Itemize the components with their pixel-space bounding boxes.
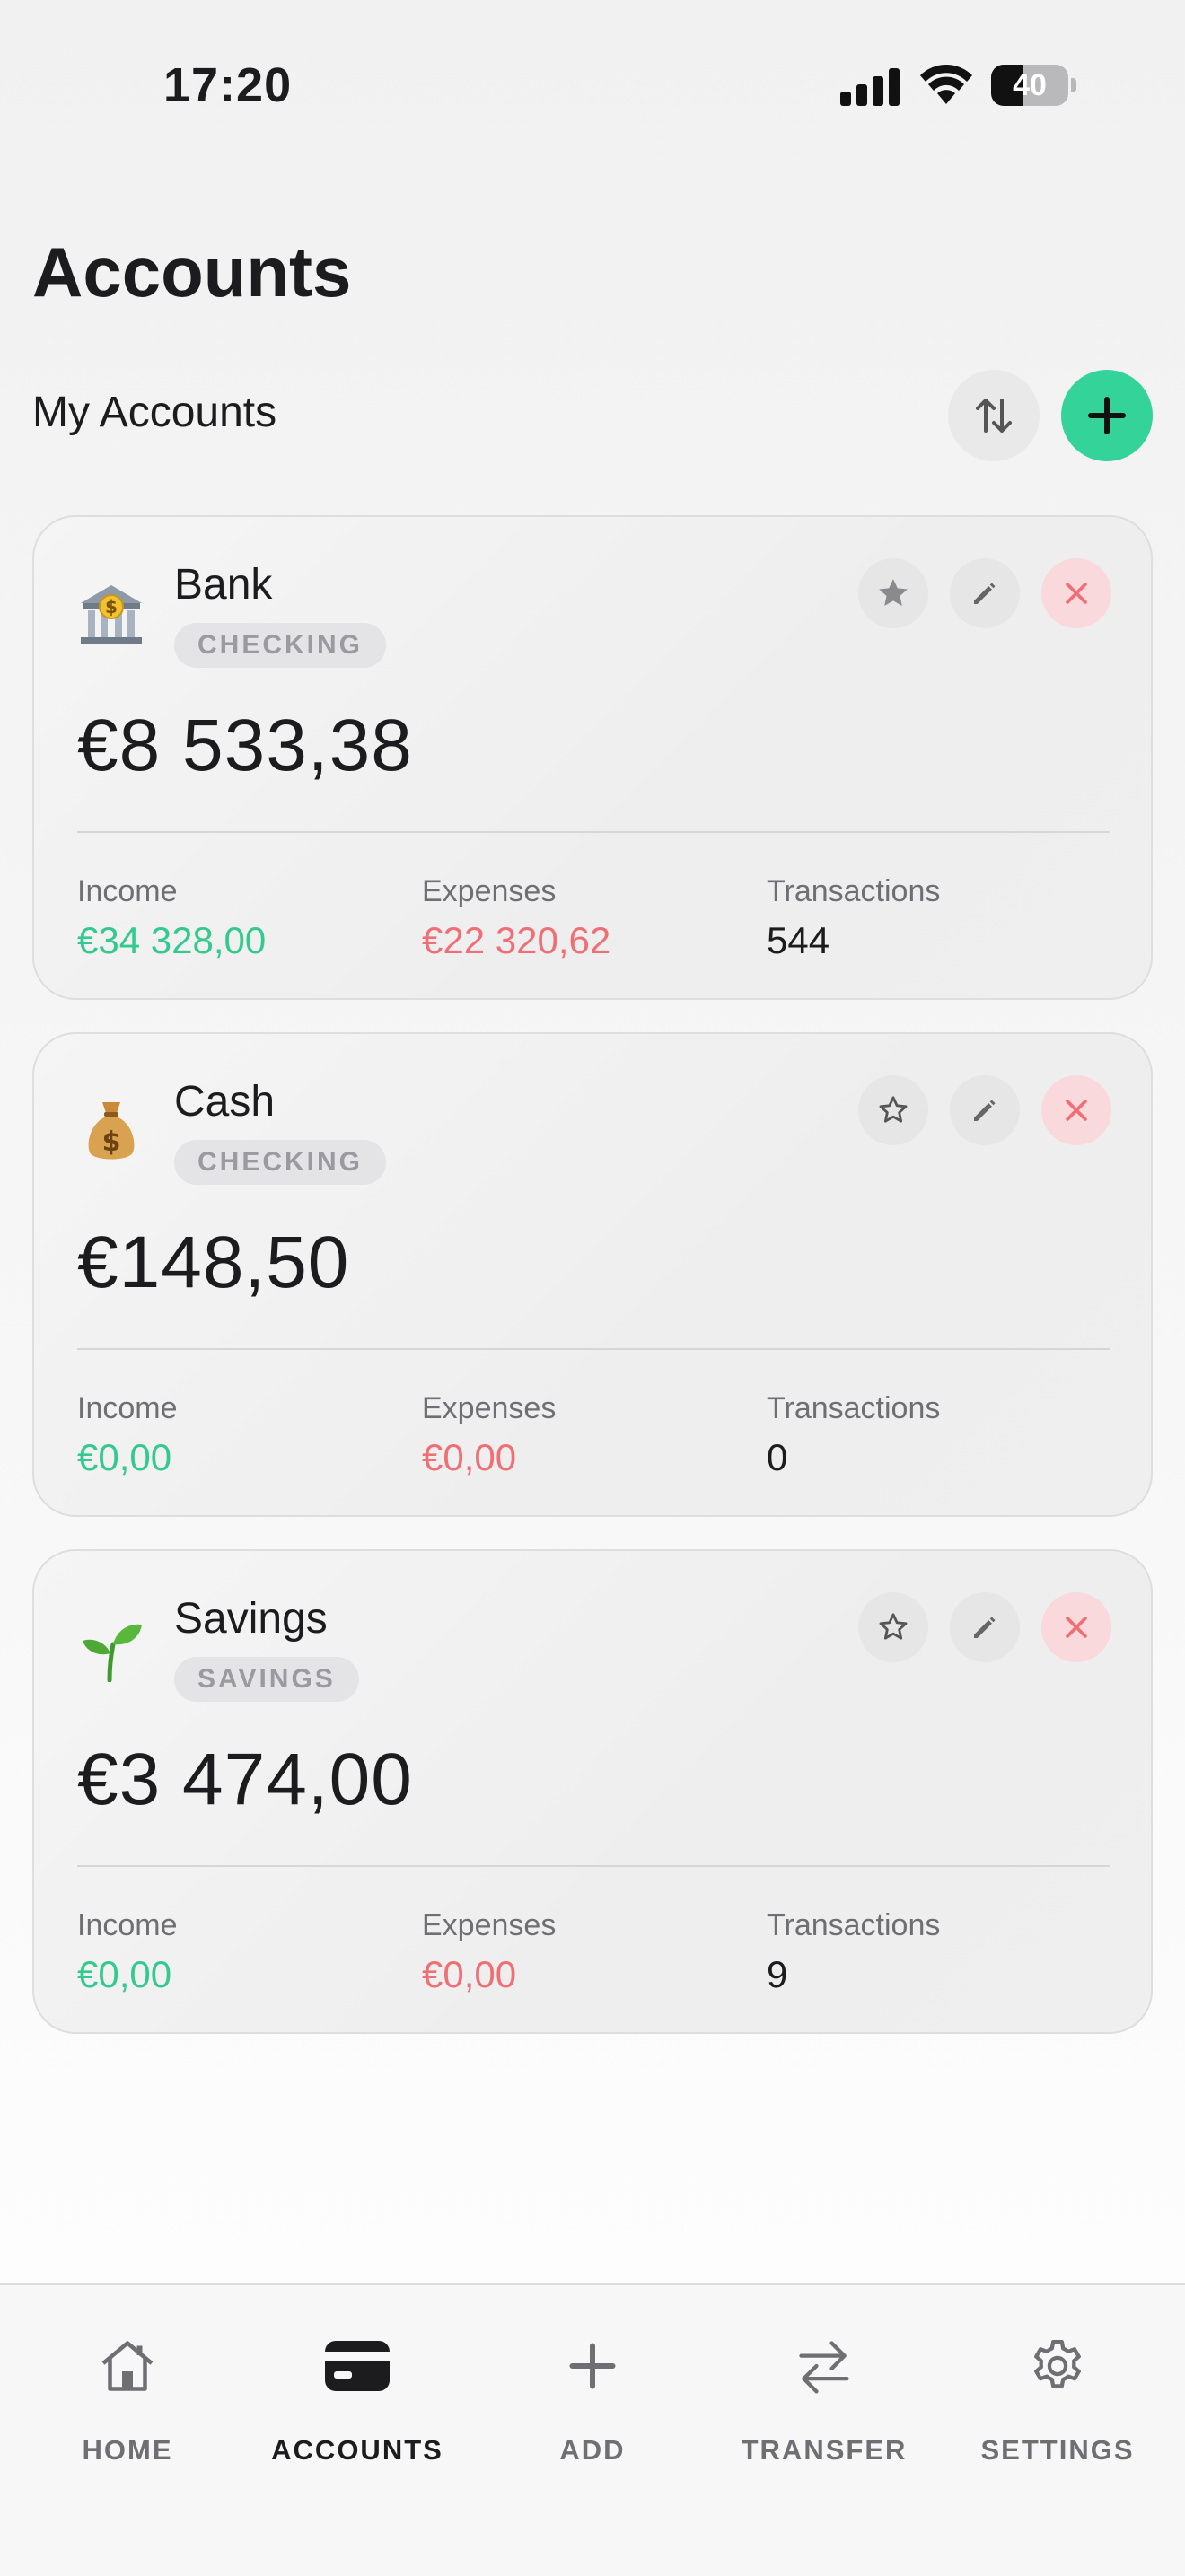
battery-icon: 40 <box>991 65 1076 106</box>
home-icon <box>101 2341 154 2391</box>
favorite-button[interactable] <box>858 1075 928 1145</box>
money-bag-icon: $ <box>88 1102 135 1160</box>
star-outline-icon <box>879 1096 908 1123</box>
sort-button[interactable] <box>948 370 1040 461</box>
income-label: Income <box>77 874 178 908</box>
delete-button[interactable] <box>1041 1592 1111 1662</box>
cellular-signal-icon <box>840 68 900 106</box>
account-type-badge: CHECKING <box>174 1140 387 1185</box>
delete-button[interactable] <box>1041 1075 1111 1145</box>
account-card-bank[interactable]: $ Bank CHECKING €8 533,38 Income Expense… <box>32 515 1153 1000</box>
income-label: Income <box>77 1908 178 1942</box>
svg-text:$: $ <box>102 1126 121 1158</box>
card-divider <box>77 1348 1110 1350</box>
pencil-icon <box>974 1617 996 1638</box>
transactions-label: Transactions <box>767 1908 941 1942</box>
plus-icon <box>569 2343 616 2389</box>
card-divider <box>77 831 1110 833</box>
expenses-value: €0,00 <box>422 1436 517 1478</box>
transactions-value: 0 <box>767 1436 788 1478</box>
sort-icon <box>976 399 1012 433</box>
transfer-icon <box>799 2341 849 2394</box>
tab-bar: HOME ACCOUNTS ADD TRANSFER SETTINGS <box>0 2283 1185 2576</box>
tab-label: ACCOUNTS <box>271 2434 443 2466</box>
status-bar: 17:20 40 <box>0 0 1185 171</box>
add-account-button[interactable] <box>1061 370 1153 461</box>
edit-button[interactable] <box>950 558 1020 628</box>
battery-level: 40 <box>1013 68 1047 102</box>
account-balance: €8 533,38 <box>77 705 413 786</box>
pencil-icon <box>974 1100 996 1121</box>
close-icon <box>1066 1617 1087 1638</box>
edit-button[interactable] <box>950 1592 1020 1662</box>
status-time: 17:20 <box>163 58 293 112</box>
favorite-button[interactable] <box>858 558 928 628</box>
account-card-savings[interactable]: Savings SAVINGS €3 474,00 Income Expense… <box>32 1549 1153 2034</box>
plus-icon <box>1088 397 1126 434</box>
tab-accounts[interactable]: ACCOUNTS <box>241 2332 474 2493</box>
tab-settings[interactable]: SETTINGS <box>941 2332 1174 2493</box>
tab-label: HOME <box>82 2434 173 2466</box>
wifi-icon <box>920 65 972 104</box>
account-name: Cash <box>174 1078 276 1126</box>
svg-text:$: $ <box>105 596 118 618</box>
expenses-value: €0,00 <box>422 1953 517 1995</box>
pencil-icon <box>974 583 996 604</box>
tab-home[interactable]: HOME <box>11 2332 244 2493</box>
expenses-label: Expenses <box>422 1391 557 1425</box>
section-title: My Accounts <box>32 389 277 436</box>
star-filled-icon <box>879 579 908 606</box>
tab-label: SETTINGS <box>980 2434 1135 2466</box>
income-value: €0,00 <box>77 1436 172 1478</box>
transactions-value: 9 <box>767 1953 788 1995</box>
card-icon <box>325 2341 390 2391</box>
favorite-button[interactable] <box>858 1592 928 1662</box>
delete-button[interactable] <box>1041 558 1111 628</box>
tab-label: ADD <box>559 2434 626 2466</box>
tab-add[interactable]: ADD <box>476 2332 709 2493</box>
account-name: Bank <box>174 561 273 609</box>
close-icon <box>1066 583 1087 604</box>
seedling-icon <box>83 1624 142 1682</box>
account-type-badge: CHECKING <box>174 623 387 668</box>
tab-label: TRANSFER <box>741 2434 908 2466</box>
account-name: Savings <box>174 1595 328 1643</box>
expenses-label: Expenses <box>422 1908 557 1942</box>
page-title: Accounts <box>32 232 352 311</box>
account-balance: €3 474,00 <box>77 1739 413 1820</box>
expenses-value: €22 320,62 <box>422 919 611 961</box>
edit-button[interactable] <box>950 1075 1020 1145</box>
tab-transfer[interactable]: TRANSFER <box>707 2332 941 2493</box>
close-icon <box>1066 1100 1087 1121</box>
transactions-label: Transactions <box>767 874 941 908</box>
gear-icon <box>1034 2339 1081 2388</box>
transactions-value: 544 <box>767 919 830 961</box>
bank-icon: $ <box>81 585 142 644</box>
account-type-badge: SAVINGS <box>174 1657 359 1702</box>
account-balance: €148,50 <box>77 1222 350 1303</box>
income-label: Income <box>77 1391 178 1425</box>
income-value: €34 328,00 <box>77 919 267 961</box>
star-outline-icon <box>879 1613 908 1640</box>
card-divider <box>77 1865 1110 1867</box>
transactions-label: Transactions <box>767 1391 941 1425</box>
income-value: €0,00 <box>77 1953 172 1995</box>
account-card-cash[interactable]: $ Cash CHECKING €148,50 Income Expenses … <box>32 1032 1153 1517</box>
expenses-label: Expenses <box>422 874 557 908</box>
